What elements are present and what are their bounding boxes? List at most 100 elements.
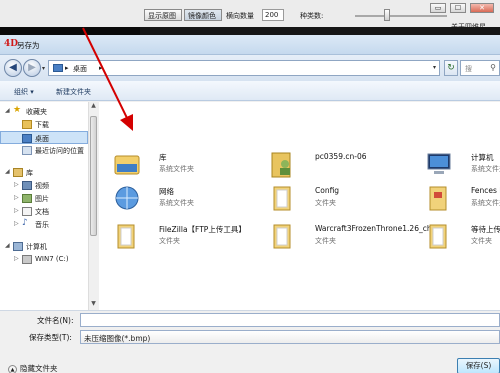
expand-arrow-icon[interactable]: ◢ bbox=[5, 168, 10, 175]
file-name: 计算机 bbox=[471, 153, 494, 162]
nav-label: 收藏夹 bbox=[26, 108, 47, 116]
folder-icon bbox=[429, 224, 447, 249]
filename-input[interactable] bbox=[80, 313, 500, 327]
file-item-warcraft[interactable]: Warcraft3FrozenThrone1.26_chs 文件夹 bbox=[269, 220, 436, 260]
dialog-titlebar[interactable]: 4D 另存为 bbox=[0, 35, 500, 55]
search-input[interactable]: 搜 ⚲ bbox=[460, 60, 500, 76]
search-icon: ⚲ bbox=[490, 63, 496, 72]
nav-favorites[interactable]: ◢ ★ 收藏夹 bbox=[0, 105, 88, 118]
file-type: 文件夹 bbox=[315, 237, 336, 245]
file-type: 文件夹 bbox=[159, 237, 180, 245]
folder-icon bbox=[273, 186, 291, 211]
dialog-title: 另存为 bbox=[17, 41, 40, 50]
download-folder-icon bbox=[22, 120, 32, 129]
collapse-arrow-icon: ▲ bbox=[8, 364, 17, 373]
nav-label: 视频 bbox=[35, 182, 49, 190]
nav-pictures[interactable]: ▷ 图片 bbox=[0, 192, 88, 205]
expand-arrow-icon[interactable]: ▷ bbox=[14, 181, 19, 188]
expand-arrow-icon[interactable]: ◢ bbox=[5, 242, 10, 249]
mirror-color-button[interactable]: 镜像颜色 bbox=[184, 9, 222, 21]
filetype-select[interactable]: 未压缩图像(*.bmp) bbox=[80, 330, 500, 344]
nav-scrollbar[interactable]: ▲ ▼ bbox=[88, 102, 98, 310]
show-original-button[interactable]: 显示原图 bbox=[144, 9, 182, 21]
scroll-down-icon[interactable]: ▼ bbox=[89, 300, 98, 310]
close-window-button[interactable]: ✕ bbox=[470, 3, 494, 13]
cols-input[interactable]: 200 bbox=[262, 9, 284, 21]
maximize-button[interactable]: ☐ bbox=[450, 3, 466, 13]
computer-icon bbox=[13, 242, 23, 251]
address-bar[interactable]: ▸ 桌面 ▸ ▾ bbox=[48, 60, 440, 76]
file-item-network[interactable]: 网络 系统文件夹 bbox=[113, 182, 273, 222]
new-folder-button[interactable]: 新建文件夹 bbox=[56, 87, 91, 97]
breadcrumb-arrow[interactable]: ▸ bbox=[99, 64, 103, 72]
file-type: 系统文件夹 bbox=[471, 165, 500, 173]
nav-desktop[interactable]: 桌面 bbox=[0, 131, 88, 144]
recent-pages-dropdown[interactable]: ▾ bbox=[42, 65, 45, 72]
file-type: 系统文件夹 bbox=[159, 199, 194, 207]
hide-folders-toggle[interactable]: ▲ 隐藏文件夹 bbox=[8, 363, 58, 373]
file-type: 文件夹 bbox=[471, 237, 492, 245]
organize-menu[interactable]: 组织 ▾ bbox=[14, 87, 34, 97]
nav-label: 音乐 bbox=[35, 221, 49, 229]
file-item-filezilla[interactable]: FileZilla【FTP上传工具】 文件夹 bbox=[113, 220, 273, 260]
expand-arrow-icon[interactable]: ▷ bbox=[14, 220, 19, 227]
nav-drive-c[interactable]: ▷ WIN7 (C:) bbox=[0, 253, 88, 266]
kinds-slider-track[interactable] bbox=[355, 15, 447, 17]
nav-libraries[interactable]: ◢ 库 bbox=[0, 166, 88, 179]
background-app-window: 显示原图 镜像颜色 横向数量 200 种类数: ▭ ☐ ✕ 关于四维星 bbox=[0, 0, 500, 35]
forward-button[interactable]: ▶ bbox=[23, 59, 41, 77]
nav-computer[interactable]: ◢ 计算机 bbox=[0, 240, 88, 253]
file-type: 系统文件夹 bbox=[471, 199, 500, 207]
expand-arrow-icon[interactable]: ▷ bbox=[14, 194, 19, 201]
network-icon bbox=[115, 186, 139, 210]
scroll-up-icon[interactable]: ▲ bbox=[89, 102, 98, 112]
expand-arrow-icon[interactable]: ◢ bbox=[5, 107, 10, 114]
breadcrumb-desktop[interactable]: 桌面 bbox=[73, 64, 87, 74]
expand-arrow-icon[interactable]: ▷ bbox=[14, 207, 19, 214]
expand-arrow-icon[interactable]: ▷ bbox=[14, 255, 19, 262]
back-button[interactable]: ◀ bbox=[4, 59, 22, 77]
refresh-icon: ↻ bbox=[447, 63, 455, 73]
nav-label: 计算机 bbox=[26, 243, 47, 251]
kinds-slider-thumb[interactable] bbox=[384, 9, 390, 21]
file-name: FileZilla【FTP上传工具】 bbox=[159, 225, 246, 234]
video-icon bbox=[22, 181, 32, 190]
filename-label: 文件名(N): bbox=[37, 316, 74, 325]
recent-places-icon bbox=[22, 146, 32, 155]
nav-label: 最近访问的位置 bbox=[35, 147, 84, 155]
nav-label: WIN7 (C:) bbox=[35, 255, 69, 263]
computer-icon bbox=[427, 153, 451, 174]
navigation-pane: ◢ ★ 收藏夹 下载 桌面 最近访问的位置 ◢ 库 ▷ 视频 ▷ 图片 ▷ 文档… bbox=[0, 102, 98, 310]
nav-label: 桌面 bbox=[35, 135, 49, 143]
address-row: ◀ ▶ ▾ ▸ 桌面 ▸ ▾ ↻ 搜 ⚲ bbox=[0, 55, 500, 81]
address-dropdown-icon[interactable]: ▾ bbox=[433, 64, 436, 71]
fences-icon bbox=[429, 186, 447, 211]
file-item-config[interactable]: Config 文件夹 bbox=[269, 182, 429, 222]
command-bar: 组织 ▾ 新建文件夹 bbox=[0, 81, 500, 101]
file-name: 库 bbox=[159, 153, 167, 162]
user-folder-icon bbox=[271, 152, 291, 178]
save-button[interactable]: 保存(S) bbox=[457, 358, 500, 373]
file-type: 文件夹 bbox=[315, 199, 336, 207]
nav-music[interactable]: ▷ ♪ 音乐 bbox=[0, 218, 88, 231]
file-type: 系统文件夹 bbox=[159, 165, 194, 173]
nav-recent-places[interactable]: 最近访问的位置 bbox=[0, 144, 88, 157]
star-icon: ★ bbox=[13, 105, 22, 115]
file-name: Fences Pro bbox=[471, 186, 500, 195]
file-name: 等待上传 bbox=[471, 225, 500, 234]
cols-label: 横向数量 bbox=[226, 12, 254, 20]
filetype-label: 保存类型(T): bbox=[29, 333, 72, 342]
breadcrumb-separator[interactable]: ▸ bbox=[65, 64, 69, 72]
refresh-button[interactable]: ↻ bbox=[444, 60, 458, 76]
nav-label: 文档 bbox=[35, 208, 49, 216]
file-item-fences[interactable]: Fences Pro 系统文件夹 bbox=[425, 182, 500, 222]
scroll-thumb[interactable] bbox=[90, 116, 97, 236]
file-item-pending-upload[interactable]: 等待上传 文件夹 bbox=[425, 220, 500, 260]
drive-icon bbox=[22, 255, 32, 264]
nav-label: 库 bbox=[26, 169, 33, 177]
documents-icon bbox=[22, 207, 32, 216]
nav-downloads[interactable]: 下载 bbox=[0, 118, 88, 131]
nav-documents[interactable]: ▷ 文档 bbox=[0, 205, 88, 218]
nav-videos[interactable]: ▷ 视频 bbox=[0, 179, 88, 192]
minimize-button[interactable]: ▭ bbox=[430, 3, 446, 13]
